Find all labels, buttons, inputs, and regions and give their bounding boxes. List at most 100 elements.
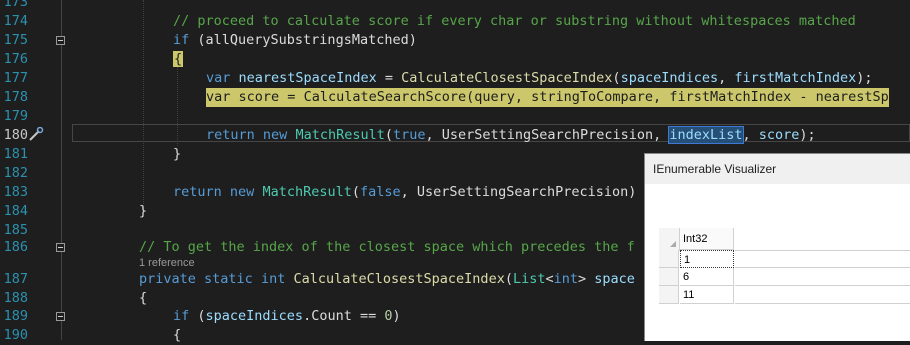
variable: score	[238, 89, 280, 105]
line-number: 181	[3, 146, 28, 162]
method-name: CalculateClosestSpaceIndex	[401, 70, 613, 86]
code-line: 178 var score = CalculateSearchScore(que…	[0, 88, 910, 107]
keyword: static	[204, 271, 253, 287]
code-line: 179	[0, 107, 910, 126]
code-text: ,	[742, 127, 759, 143]
code-text: (	[612, 70, 621, 86]
code-line: 177 var nearestSpaceIndex = CalculateClo…	[0, 69, 910, 88]
keyword: var	[206, 70, 231, 86]
parameter: space	[594, 271, 635, 287]
line-number: 179	[3, 108, 28, 124]
code-text: (	[384, 127, 393, 143]
row-header[interactable]	[659, 250, 679, 268]
brace-match: {	[173, 51, 184, 67]
quick-actions-icon[interactable]	[28, 126, 46, 141]
line-number: 177	[3, 70, 28, 86]
code-comment: // To get the index of the closest space…	[139, 239, 635, 255]
type-name: MatchResult	[295, 127, 385, 143]
keyword: if	[173, 308, 190, 324]
column-header[interactable]: Int32	[680, 228, 734, 250]
type-name: List	[512, 271, 546, 287]
table-row[interactable]: 6	[659, 268, 910, 286]
collapse-toggle[interactable]	[56, 243, 65, 252]
keyword: private	[139, 271, 196, 287]
line-number: 175	[3, 32, 28, 48]
code-text: .Count	[303, 308, 352, 324]
visualizer-body: Int32 1 6 11	[645, 184, 910, 341]
ienumerable-visualizer-window[interactable]: IEnumerable Visualizer Int32 1 6 11	[644, 153, 910, 341]
collapse-toggle[interactable]	[56, 36, 65, 45]
table-row[interactable]: 1	[659, 250, 910, 268]
line-number: 174	[3, 13, 28, 29]
code-text: , UserSettingSearchPrecision)	[400, 184, 637, 200]
collapse-toggle[interactable]	[56, 312, 65, 321]
code-line: 174 // proceed to calculate score if eve…	[0, 12, 910, 31]
keyword: return	[173, 184, 222, 200]
row-header[interactable]	[659, 268, 679, 286]
line-number: 176	[3, 51, 28, 67]
table-cell[interactable]: 11	[680, 286, 734, 304]
code-text: );	[799, 127, 816, 143]
highlighted-statement: var score = CalculateSearchScore(query, …	[206, 88, 889, 107]
code-line: 173	[0, 0, 910, 12]
codelens-references[interactable]: 1 reference	[139, 256, 195, 270]
line-number: 187	[3, 271, 28, 287]
code-text: (query, stringToCompare, firstMatchIndex…	[466, 89, 889, 105]
method-name: CalculateClosestSpaceIndex	[293, 271, 505, 287]
table-cell[interactable]: 6	[680, 268, 734, 286]
keyword: var	[206, 89, 231, 105]
line-number: 180	[3, 127, 28, 143]
keyword: int	[553, 271, 579, 287]
keyword: new	[229, 184, 255, 200]
variable: nearestSpaceIndex	[238, 70, 377, 86]
line-number: 178	[3, 89, 28, 105]
line-number: 188	[3, 290, 28, 306]
code-text: ==	[351, 308, 385, 324]
table-row[interactable]: 11	[659, 286, 910, 304]
code-text: )	[392, 308, 401, 324]
window-title: IEnumerable Visualizer	[645, 154, 910, 184]
line-number: 190	[3, 327, 28, 343]
code-text: =	[376, 70, 402, 86]
keyword: return	[206, 127, 255, 143]
code-text: (allQuerySubstringsMatched)	[189, 32, 417, 48]
variable: firstMatchIndex	[734, 70, 857, 86]
row-header[interactable]	[659, 286, 679, 304]
code-text: <	[545, 271, 554, 287]
code-text: }	[173, 146, 182, 162]
keyword: if	[173, 32, 190, 48]
variable: score	[758, 127, 800, 143]
line-number: 182	[3, 165, 28, 181]
selected-variable[interactable]: indexList	[668, 126, 744, 144]
code-text: (	[351, 184, 360, 200]
variable: spaceIndices	[620, 70, 719, 86]
code-text: );	[856, 70, 873, 86]
select-all-corner[interactable]	[659, 228, 680, 251]
keyword: false	[360, 184, 401, 200]
variable: spaceIndices	[205, 308, 304, 324]
code-line: 180 return new MatchResult(true, UserSet…	[0, 126, 910, 145]
line-number: 186	[3, 239, 28, 255]
code-text: , UserSettingSearchPrecision,	[425, 127, 670, 143]
code-line: 175 if (allQuerySubstringsMatched)	[0, 31, 910, 50]
header-filler	[735, 228, 910, 251]
line-number: 183	[3, 184, 28, 200]
row-filler	[735, 268, 910, 286]
code-text: }	[139, 203, 148, 219]
code-text: ,	[718, 70, 735, 86]
code-text: (	[504, 271, 513, 287]
code-text: =	[279, 89, 304, 105]
code-line: 176 {	[0, 50, 910, 69]
line-number: 184	[3, 203, 28, 219]
keyword: new	[262, 127, 288, 143]
code-text: {	[173, 327, 182, 343]
row-filler	[735, 286, 910, 304]
code-text: (	[189, 308, 206, 324]
line-number: 189	[3, 308, 28, 324]
number-literal: 0	[384, 308, 393, 324]
line-number: 173	[3, 0, 28, 10]
code-text: >	[578, 271, 595, 287]
table-cell[interactable]: 1	[680, 250, 734, 268]
keyword: int	[260, 271, 286, 287]
row-filler	[735, 250, 910, 268]
